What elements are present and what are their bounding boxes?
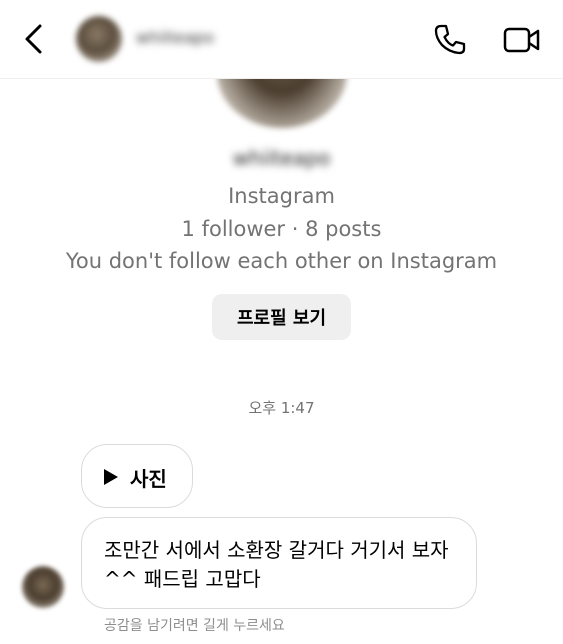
follow-status: You don't follow each other on Instagram [65,249,498,273]
call-button[interactable] [432,22,468,58]
photo-label: 사진 [130,467,167,491]
chat-header: whiiteapo [0,0,563,79]
text-message-bubble[interactable]: 조만간 서에서 소환장 갈거다 거기서 보자 ^^ 패드립 고맙다 [81,517,477,609]
video-camera-icon [503,27,540,53]
chevron-left-icon [25,24,42,54]
message-text: 조만간 서에서 소환장 갈거다 거기서 보자 ^^ 패드립 고맙다 [104,538,449,591]
profile-stats: 1 follower · 8 posts [181,217,382,241]
contact-name[interactable]: whiiteapo [136,28,246,48]
back-button[interactable] [18,22,52,56]
video-call-button[interactable] [502,22,542,58]
play-icon [104,469,118,485]
reaction-hint: 공감을 남기려면 길게 누르세요 [104,618,285,634]
profile-username: whiiteapo [232,146,331,170]
photo-message-bubble[interactable]: 사진 [81,444,193,508]
view-profile-button[interactable]: 프로필 보기 [212,294,351,340]
phone-icon [434,24,466,55]
message-timestamp: 오후 1:47 [248,399,315,417]
sender-avatar[interactable] [22,566,64,608]
platform-label: Instagram [228,184,335,208]
contact-avatar[interactable] [76,16,122,62]
